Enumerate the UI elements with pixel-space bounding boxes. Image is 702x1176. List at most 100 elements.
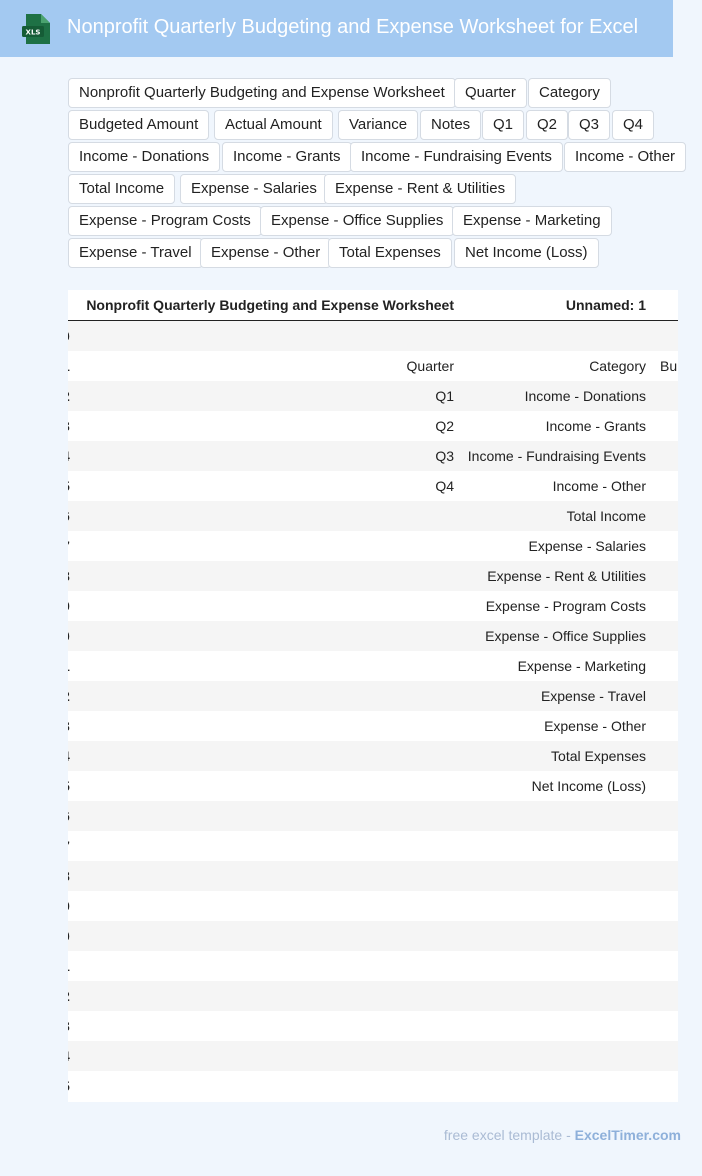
column-header-title: Nonprofit Quarterly Budgeting and Expens… <box>86 297 454 313</box>
keyword-tag[interactable]: Notes <box>420 110 482 140</box>
row-index: 4 <box>68 448 72 464</box>
table-row: 4 Total Expenses <box>68 741 678 771</box>
keyword-tag[interactable]: Expense - Salaries <box>180 174 328 204</box>
footer-brand-link[interactable]: ExcelTimer.com <box>575 1127 681 1143</box>
keyword-tag[interactable]: Expense - Program Costs <box>68 206 262 236</box>
row-index: 7 <box>68 838 72 854</box>
table-header: Nonprofit Quarterly Budgeting and Expens… <box>68 290 678 321</box>
table-row: 8 Expense - Rent & Utilities <box>68 561 678 591</box>
cell-category: Income - Fundraising Events <box>467 448 646 464</box>
row-index: 7 <box>68 538 72 554</box>
table-row: 6 Total Income <box>68 501 678 531</box>
row-index: 0 <box>68 328 72 344</box>
row-index: 3 <box>68 1018 72 1034</box>
row-index: 4 <box>68 1048 72 1064</box>
keyword-tag[interactable]: Income - Grants <box>222 142 352 172</box>
cell-category: Expense - Office Supplies <box>485 628 646 644</box>
keyword-tag[interactable]: Variance <box>338 110 419 140</box>
table-row: 5 Net Income (Loss) <box>68 771 678 801</box>
cell-budgeted-amount: Bu <box>660 358 678 374</box>
keyword-tag[interactable]: Total Income <box>68 174 176 204</box>
cell-category: Expense - Travel <box>540 688 646 704</box>
table-row: 1 Quarter Category Bu <box>68 351 678 381</box>
table-row: 1 Expense - Marketing <box>68 651 678 681</box>
cell-quarter: Q3 <box>435 448 454 464</box>
table-row: 6 <box>68 801 678 831</box>
cell-category: Category <box>589 358 646 374</box>
keyword-tag[interactable]: Income - Donations <box>68 142 221 172</box>
keyword-tag[interactable]: Net Income (Loss) <box>454 238 599 268</box>
keyword-tag[interactable]: Nonprofit Quarterly Budgeting and Expens… <box>68 78 456 108</box>
cell-quarter: Quarter <box>406 358 454 374</box>
keyword-tag[interactable]: Expense - Rent & Utilities <box>324 174 517 204</box>
row-index: 9 <box>68 898 72 914</box>
table-row: 7 Expense - Salaries <box>68 531 678 561</box>
keyword-tag[interactable]: Actual Amount <box>214 110 333 140</box>
row-index: 5 <box>68 478 72 494</box>
keyword-tag[interactable]: Q1 <box>482 110 525 140</box>
footer-credit: free excel template - ExcelTimer.com <box>444 1127 681 1143</box>
row-index: 2 <box>68 388 72 404</box>
worksheet-table: Nonprofit Quarterly Budgeting and Expens… <box>68 290 678 1102</box>
keyword-tag[interactable]: Income - Fundraising Events <box>350 142 563 172</box>
table-row: 2 Expense - Travel <box>68 681 678 711</box>
table-row: 0 <box>68 921 678 951</box>
cell-category: Income - Other <box>552 478 646 494</box>
page-header: XLS Nonprofit Quarterly Budgeting and Ex… <box>0 0 673 57</box>
column-header-unnamed: Unnamed: 1 <box>565 297 646 313</box>
table-row: 1 <box>68 951 678 981</box>
keyword-tag[interactable]: Expense - Travel <box>68 238 203 268</box>
table-row: 9 Expense - Program Costs <box>68 591 678 621</box>
cell-category: Expense - Program Costs <box>485 598 646 614</box>
cell-quarter: Q1 <box>435 388 454 404</box>
row-index: 2 <box>68 988 72 1004</box>
cell-category: Expense - Marketing <box>517 658 646 674</box>
keyword-tag[interactable]: Total Expenses <box>328 238 452 268</box>
table-row: 2 <box>68 981 678 1011</box>
excel-icon-label: XLS <box>26 29 41 37</box>
row-index: 0 <box>68 928 72 944</box>
row-index: 0 <box>68 628 72 644</box>
cell-category: Expense - Other <box>544 718 646 734</box>
row-index: 6 <box>68 808 72 824</box>
row-index: 8 <box>68 568 72 584</box>
keyword-tag[interactable]: Quarter <box>454 78 527 108</box>
cell-category: Net Income (Loss) <box>531 778 646 794</box>
cell-category: Income - Grants <box>545 418 646 434</box>
keyword-tag[interactable]: Budgeted Amount <box>68 110 210 140</box>
table-row: 7 <box>68 831 678 861</box>
keyword-tag[interactable]: Category <box>528 78 611 108</box>
row-index: 3 <box>68 718 72 734</box>
row-index: 8 <box>68 868 72 884</box>
row-index: 2 <box>68 688 72 704</box>
keyword-tag[interactable]: Q4 <box>612 110 655 140</box>
keyword-tag[interactable]: Expense - Marketing <box>452 206 612 236</box>
keyword-tag[interactable]: Q3 <box>568 110 611 140</box>
row-index: 5 <box>68 1078 72 1094</box>
row-index: 5 <box>68 778 72 794</box>
table-row: 9 <box>68 891 678 921</box>
table-row: 2 Q1 Income - Donations <box>68 381 678 411</box>
table-row: 3 Q2 Income - Grants <box>68 411 678 441</box>
table-row: 8 <box>68 861 678 891</box>
row-index: 3 <box>68 418 72 434</box>
keyword-tag[interactable]: Q2 <box>526 110 569 140</box>
table-row: 0 <box>68 321 678 351</box>
cell-category: Total Income <box>566 508 646 524</box>
keyword-tag[interactable]: Expense - Office Supplies <box>260 206 455 236</box>
cell-quarter: Q4 <box>435 478 454 494</box>
keyword-tag[interactable]: Expense - Other <box>200 238 332 268</box>
row-index: 4 <box>68 748 72 764</box>
footer-prefix: free excel template - <box>443 1127 575 1143</box>
row-index: 6 <box>68 508 72 524</box>
row-index: 1 <box>68 358 72 374</box>
table-row: 5 <box>68 1071 678 1101</box>
row-index: 9 <box>68 598 72 614</box>
table-row: 3 Expense - Other <box>68 711 678 741</box>
keyword-tag[interactable]: Income - Other <box>564 142 687 172</box>
cell-quarter: Q2 <box>435 418 454 434</box>
table-row: 0 Expense - Office Supplies <box>68 621 678 651</box>
cell-category: Expense - Salaries <box>528 538 646 554</box>
table-row: 4 Q3 Income - Fundraising Events <box>68 441 678 471</box>
table-row: 4 <box>68 1041 678 1071</box>
